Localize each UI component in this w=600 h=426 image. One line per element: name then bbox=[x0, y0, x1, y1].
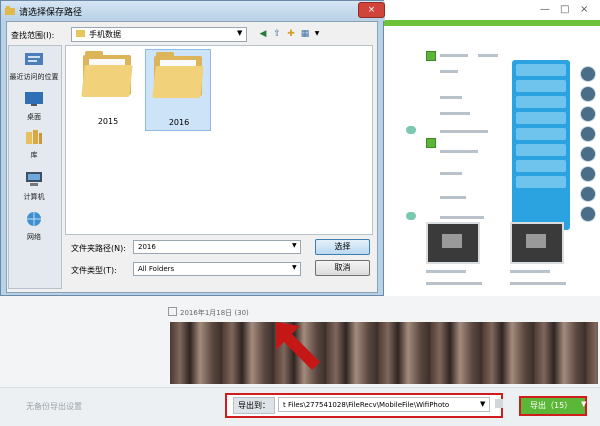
message-line bbox=[440, 216, 484, 219]
folder-item-2015[interactable]: 2015 bbox=[75, 49, 141, 131]
save-path-dialog: 请选择保存路径 × 查找范围(I): 手机数据 ▼ ◀ ⇧ ✚ ▦ ▼ 最近访问… bbox=[0, 0, 385, 296]
file-type-select[interactable]: All Folders bbox=[133, 262, 301, 276]
message-line bbox=[440, 150, 478, 153]
avatar bbox=[580, 106, 596, 122]
look-in-label: 查找范围(I): bbox=[11, 31, 55, 40]
chat-preview-area bbox=[380, 26, 600, 296]
message-line bbox=[478, 54, 498, 57]
avatar bbox=[580, 66, 596, 82]
place-desktop[interactable]: 桌面 bbox=[8, 91, 60, 122]
avatar bbox=[580, 126, 596, 142]
folder-browse-icon[interactable] bbox=[495, 399, 503, 408]
chevron-down-icon[interactable]: ▼ bbox=[581, 400, 586, 408]
computer-icon bbox=[26, 172, 42, 186]
avatar bbox=[580, 186, 596, 202]
message-line bbox=[440, 172, 462, 175]
toggle-switch[interactable] bbox=[406, 126, 416, 134]
maximize-button[interactable]: □ bbox=[560, 4, 569, 15]
date-group-row[interactable]: 2016年1月18日 (30) bbox=[168, 307, 249, 318]
message-line bbox=[440, 130, 488, 133]
network-icon bbox=[27, 212, 41, 226]
dialog-close-button[interactable]: × bbox=[358, 2, 385, 18]
place-computer[interactable]: 计算机 bbox=[8, 171, 60, 202]
export-path-field[interactable]: t Files\277541028\FileRecv\MobileFile\Wi… bbox=[278, 397, 490, 412]
folder-label: 2016 bbox=[168, 118, 190, 127]
up-folder-icon[interactable]: ⇧ bbox=[271, 28, 283, 40]
message-line bbox=[426, 270, 466, 273]
chevron-down-icon[interactable]: ▼ bbox=[237, 29, 242, 37]
place-label: 库 bbox=[30, 151, 38, 159]
select-checkbox[interactable] bbox=[426, 138, 436, 148]
look-in-value: 手机数据 bbox=[89, 30, 121, 39]
folder-label: 2015 bbox=[97, 117, 119, 126]
place-network[interactable]: 网络 bbox=[8, 211, 60, 242]
avatar bbox=[580, 146, 596, 162]
chevron-down-icon[interactable]: ▼ bbox=[311, 28, 323, 40]
message-line bbox=[440, 70, 458, 73]
chevron-down-icon[interactable]: ▼ bbox=[292, 242, 297, 249]
date-group-checkbox[interactable] bbox=[168, 307, 177, 316]
recent-icon bbox=[25, 53, 43, 65]
message-line bbox=[440, 96, 462, 99]
chevron-down-icon[interactable]: ▼ bbox=[292, 264, 297, 271]
desktop-icon bbox=[25, 92, 43, 106]
folder-item-2016[interactable]: 2016 bbox=[145, 49, 211, 131]
library-icon bbox=[26, 130, 42, 144]
place-label: 网络 bbox=[27, 233, 41, 241]
minimize-button[interactable]: — bbox=[540, 4, 550, 15]
cancel-button[interactable]: 取消 bbox=[315, 260, 370, 276]
photo-thumbnail[interactable] bbox=[426, 222, 480, 264]
chevron-down-icon[interactable]: ▼ bbox=[480, 397, 485, 412]
red-arrow-annotation bbox=[276, 322, 320, 370]
folder-path-label: 文件夹路径(N): bbox=[71, 244, 126, 253]
close-app-button[interactable]: × bbox=[580, 4, 588, 15]
place-label: 最近访问的位置 bbox=[9, 73, 59, 81]
select-checkbox[interactable] bbox=[426, 51, 436, 61]
message-line bbox=[510, 282, 566, 285]
place-library[interactable]: 库 bbox=[8, 129, 60, 160]
place-label: 计算机 bbox=[23, 193, 45, 201]
folder-icon bbox=[152, 52, 204, 98]
message-line bbox=[426, 282, 482, 285]
avatar bbox=[580, 206, 596, 222]
message-line bbox=[440, 112, 470, 115]
message-line bbox=[510, 270, 550, 273]
file-type-label: 文件类型(T): bbox=[71, 266, 117, 275]
folder-icon bbox=[76, 30, 85, 37]
toggle-switch[interactable] bbox=[406, 212, 416, 220]
message-line bbox=[440, 54, 468, 57]
message-line bbox=[440, 196, 466, 199]
folder-icon bbox=[81, 51, 133, 97]
phone-screen-preview bbox=[512, 60, 570, 230]
avatar bbox=[580, 166, 596, 182]
avatar bbox=[580, 86, 596, 102]
folder-path-input[interactable]: 2016 bbox=[133, 240, 301, 254]
export-button[interactable]: 导出（15） bbox=[519, 396, 587, 416]
export-to-label: 导出到： bbox=[233, 397, 275, 414]
dialog-app-icon bbox=[5, 6, 15, 15]
photo-thumbnail[interactable] bbox=[510, 222, 564, 264]
photo-thumbnail-strip[interactable] bbox=[170, 322, 598, 384]
export-settings-link[interactable]: 无备份导出设置 bbox=[26, 401, 82, 412]
place-recent[interactable]: 最近访问的位置 bbox=[8, 51, 60, 82]
new-folder-icon[interactable]: ✚ bbox=[285, 28, 297, 40]
dialog-title-bar[interactable]: 请选择保存路径 × bbox=[1, 1, 385, 21]
back-icon[interactable]: ◀ bbox=[257, 28, 269, 40]
view-menu-icon[interactable]: ▦ bbox=[299, 28, 311, 40]
date-group-label: 2016年1月18日 (30) bbox=[180, 309, 249, 317]
dialog-title: 请选择保存路径 bbox=[19, 8, 83, 18]
select-button[interactable]: 选择 bbox=[315, 239, 370, 255]
place-label: 桌面 bbox=[27, 113, 41, 121]
